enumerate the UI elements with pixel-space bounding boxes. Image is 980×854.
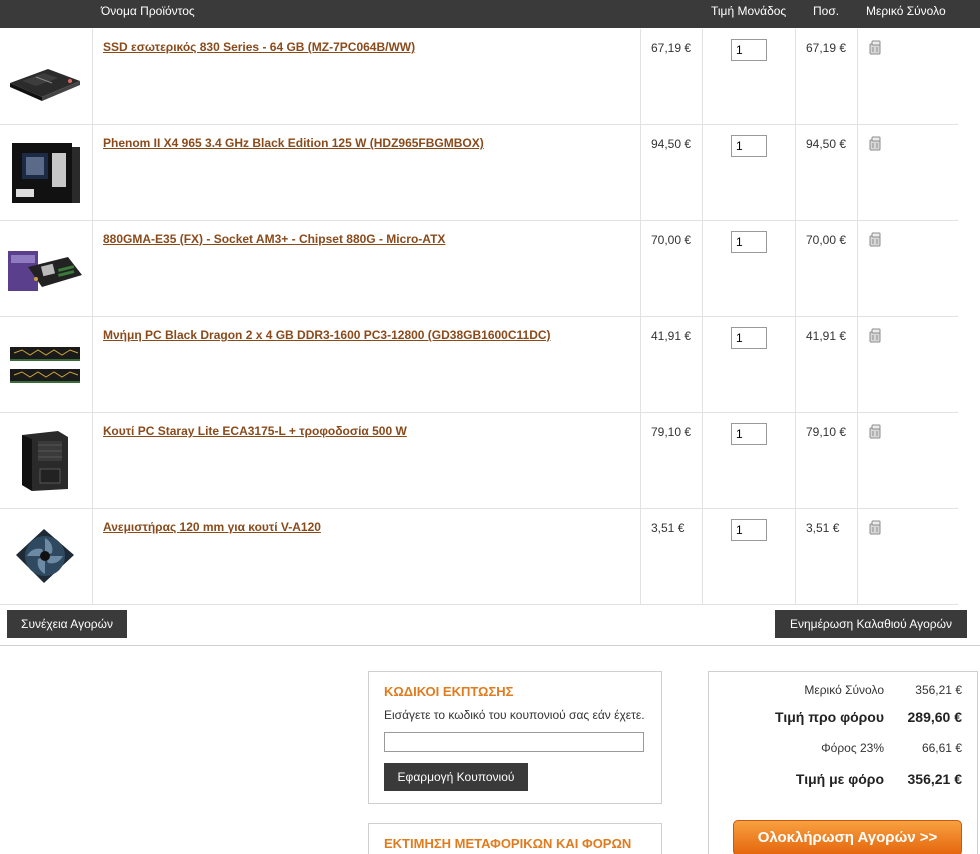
header-subtotal: Μερικό Σύνολο <box>866 4 946 18</box>
unit-price: 94,50 € <box>651 137 692 151</box>
row-subtotal: 70,00 € <box>806 233 847 247</box>
column-divider <box>795 221 796 316</box>
quantity-input[interactable] <box>731 231 767 253</box>
delete-item-icon[interactable] <box>868 136 883 151</box>
motherboard-image[interactable] <box>8 237 82 299</box>
product-link[interactable]: 880GMA-E35 (FX) - Socket AM3+ - Chipset … <box>103 232 445 246</box>
column-divider <box>857 413 858 508</box>
cart-row: Phenom II X4 965 3.4 GHz Black Edition 1… <box>0 125 958 221</box>
column-divider <box>92 413 93 508</box>
column-divider <box>92 125 93 220</box>
delete-item-icon[interactable] <box>868 520 883 535</box>
unit-price: 70,00 € <box>651 233 692 247</box>
tax-label: Φόρος 23% <box>821 741 884 755</box>
column-divider <box>857 317 858 412</box>
total-value: 356,21 € <box>907 771 963 787</box>
case-fan-image[interactable] <box>8 525 82 587</box>
column-divider <box>702 413 703 508</box>
product-link[interactable]: Phenom II X4 965 3.4 GHz Black Edition 1… <box>103 136 484 150</box>
column-divider <box>795 317 796 412</box>
quantity-input[interactable] <box>731 423 767 445</box>
apply-coupon-button[interactable]: Εφαρμογή Κουπονιού <box>384 763 528 791</box>
unit-price: 67,19 € <box>651 41 692 55</box>
column-divider <box>795 413 796 508</box>
update-cart-button[interactable]: Ενημέρωση Καλαθιού Αγορών <box>775 610 967 638</box>
delete-item-icon[interactable] <box>868 232 883 247</box>
column-divider <box>640 317 641 412</box>
shipping-estimate-panel: ΕΚΤΙΜΗΣΗ ΜΕΤΑΦΟΡΙΚΩΝ ΚΑΙ ΦΟΡΩΝ <box>368 823 662 854</box>
column-divider <box>702 29 703 124</box>
coupon-panel: ΚΩΔΙΚΟΙ ΕΚΠΤΩΣΗΣ Εισάγετε το κωδικό του … <box>368 671 662 804</box>
cart-row: SSD εσωτερικός 830 Series - 64 GB (MZ-7P… <box>0 29 958 125</box>
subtotal-label: Μερικό Σύνολο <box>804 683 884 697</box>
column-divider <box>857 29 858 124</box>
column-divider <box>702 317 703 412</box>
column-divider <box>640 413 641 508</box>
pretax-value: 289,60 € <box>907 709 963 725</box>
column-divider <box>795 29 796 124</box>
coupon-instructions: Εισάγετε το κωδικό του κουπονιού σας εάν… <box>384 708 645 722</box>
quantity-input[interactable] <box>731 39 767 61</box>
coupon-title: ΚΩΔΙΚΟΙ ΕΚΠΤΩΣΗΣ <box>384 684 514 699</box>
pc-case-image[interactable] <box>8 429 82 491</box>
cart-row: Κουτί PC Staray Lite ECA3175-L + τροφοδο… <box>0 413 958 509</box>
header-product-name: Όνομα Προϊόντος <box>101 4 195 18</box>
column-divider <box>92 29 93 124</box>
product-link[interactable]: Μνήμη PC Black Dragon 2 x 4 GB DDR3-1600… <box>103 328 551 342</box>
header-unit-price: Τιμή Μονάδος <box>711 4 787 18</box>
cart-row: Μνήμη PC Black Dragon 2 x 4 GB DDR3-1600… <box>0 317 958 413</box>
column-divider <box>92 509 93 604</box>
quantity-input[interactable] <box>731 135 767 157</box>
pretax-label: Τιμή προ φόρου <box>775 709 884 725</box>
continue-shopping-button[interactable]: Συνέχεια Αγορών <box>7 610 127 638</box>
column-divider <box>795 509 796 604</box>
column-divider <box>640 509 641 604</box>
cart-table: Όνομα Προϊόντος Τιμή Μονάδος Ποσ. Μερικό… <box>0 0 980 646</box>
column-divider <box>640 221 641 316</box>
delete-item-icon[interactable] <box>868 328 883 343</box>
column-divider <box>857 509 858 604</box>
delete-item-icon[interactable] <box>868 424 883 439</box>
product-link[interactable]: Ανεμιστήρας 120 mm για κουτί V-A120 <box>103 520 321 534</box>
column-divider <box>702 509 703 604</box>
cart-header: Όνομα Προϊόντος Τιμή Μονάδος Ποσ. Μερικό… <box>0 0 980 28</box>
tax-value: 66,61 € <box>921 741 962 755</box>
column-divider <box>640 29 641 124</box>
cart-row: Ανεμιστήρας 120 mm για κουτί V-A120 3,51… <box>0 509 958 605</box>
product-link[interactable]: SSD εσωτερικός 830 Series - 64 GB (MZ-7P… <box>103 40 415 54</box>
checkout-button[interactable]: Ολοκλήρωση Αγορών >> <box>733 820 962 854</box>
cart-row: 880GMA-E35 (FX) - Socket AM3+ - Chipset … <box>0 221 958 317</box>
product-link[interactable]: Κουτί PC Staray Lite ECA3175-L + τροφοδο… <box>103 424 407 438</box>
delete-item-icon[interactable] <box>868 40 883 55</box>
coupon-code-input[interactable] <box>384 732 644 752</box>
column-divider <box>92 317 93 412</box>
shipping-estimate-title: ΕΚΤΙΜΗΣΗ ΜΕΤΑΦΟΡΙΚΩΝ ΚΑΙ ΦΟΡΩΝ <box>384 836 632 851</box>
row-subtotal: 41,91 € <box>806 329 847 343</box>
column-divider <box>640 125 641 220</box>
ram-module-image[interactable] <box>8 333 82 395</box>
row-subtotal: 3,51 € <box>806 521 840 535</box>
unit-price: 41,91 € <box>651 329 692 343</box>
unit-price: 79,10 € <box>651 425 692 439</box>
column-divider <box>92 221 93 316</box>
row-subtotal: 94,50 € <box>806 137 847 151</box>
row-subtotal: 79,10 € <box>806 425 847 439</box>
column-divider <box>857 125 858 220</box>
column-divider <box>857 221 858 316</box>
header-quantity: Ποσ. <box>813 4 840 18</box>
subtotal-value: 356,21 € <box>915 683 962 697</box>
column-divider <box>795 125 796 220</box>
total-label: Τιμή με φόρο <box>795 771 884 787</box>
unit-price: 3,51 € <box>651 521 685 535</box>
quantity-input[interactable] <box>731 327 767 349</box>
column-divider <box>702 125 703 220</box>
column-divider <box>702 221 703 316</box>
cpu-box-image[interactable] <box>8 141 82 203</box>
ssd-drive-image[interactable] <box>8 45 82 107</box>
quantity-input[interactable] <box>731 519 767 541</box>
row-subtotal: 67,19 € <box>806 41 847 55</box>
